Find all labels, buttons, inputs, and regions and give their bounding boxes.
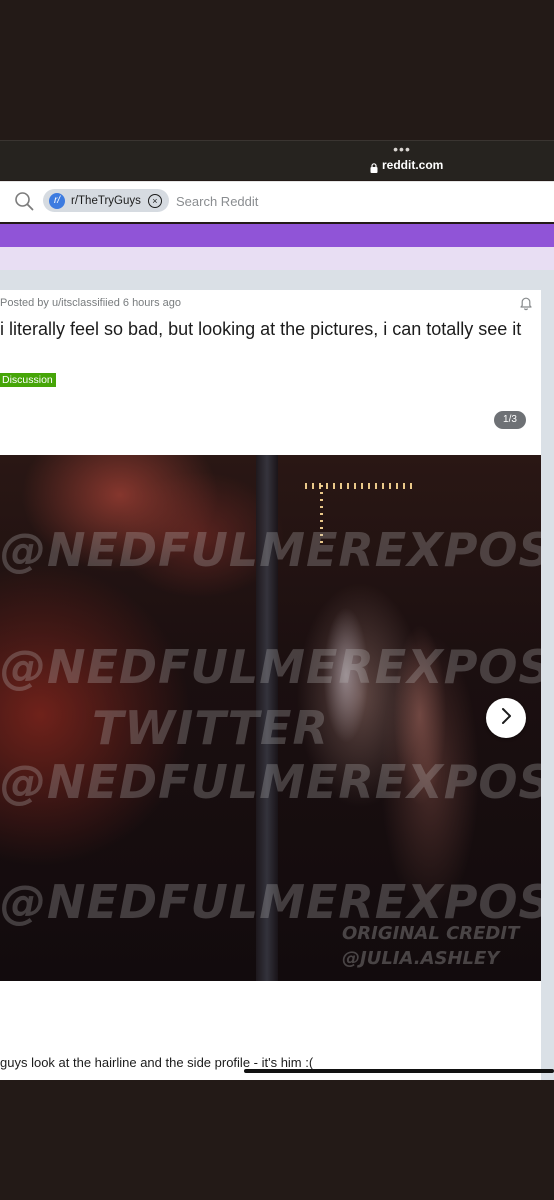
post-flair[interactable]: Discussion bbox=[0, 373, 56, 387]
watermark-text: @NEDFULMEREXPOSE bbox=[0, 875, 541, 929]
lock-icon bbox=[370, 160, 378, 173]
watermark-text: @NEDFULMEREXPOSE bbox=[0, 640, 541, 694]
bell-icon[interactable] bbox=[518, 295, 534, 311]
bottom-letterbox bbox=[0, 1080, 554, 1200]
close-icon[interactable]: × bbox=[147, 193, 162, 208]
community-banner bbox=[0, 224, 554, 247]
url-bar[interactable]: reddit.com bbox=[370, 156, 443, 174]
search-icon[interactable] bbox=[14, 191, 34, 211]
gallery-next-button[interactable] bbox=[486, 698, 526, 738]
chevron-right-icon bbox=[499, 707, 513, 730]
url-text: reddit.com bbox=[382, 158, 444, 172]
subreddit-filter-chip[interactable]: r/ r/TheTryGuys × bbox=[43, 189, 169, 212]
subreddit-chip-label: r/TheTryGuys bbox=[71, 194, 141, 207]
top-letterbox bbox=[0, 0, 554, 140]
watermark-text: @NEDFULMEREXPOSE bbox=[0, 755, 541, 809]
browser-toolbar bbox=[0, 140, 554, 180]
subreddit-avatar: r/ bbox=[49, 192, 65, 209]
browser-menu-dots[interactable]: ••• bbox=[387, 142, 417, 156]
post-meta: Posted by u/itsclassifiied 6 hours ago bbox=[0, 297, 181, 309]
home-indicator[interactable] bbox=[244, 1069, 554, 1073]
post-image[interactable]: @NEDFULMEREXPOSE @NEDFULMEREXPOSE TWITTE… bbox=[0, 455, 541, 981]
watermark-text: @NEDFULMEREXPOSE bbox=[0, 523, 541, 577]
watermark-text: TWITTER bbox=[92, 701, 329, 755]
image-credit: @JULIA.ASHLEY bbox=[342, 948, 500, 969]
image-credit: ORIGINAL CREDIT bbox=[342, 923, 520, 944]
gallery-counter: 1/3 bbox=[494, 411, 526, 429]
community-banner-strip bbox=[0, 247, 554, 270]
post-title[interactable]: i literally feel so bad, but looking at … bbox=[0, 318, 530, 341]
search-input[interactable] bbox=[176, 190, 476, 212]
